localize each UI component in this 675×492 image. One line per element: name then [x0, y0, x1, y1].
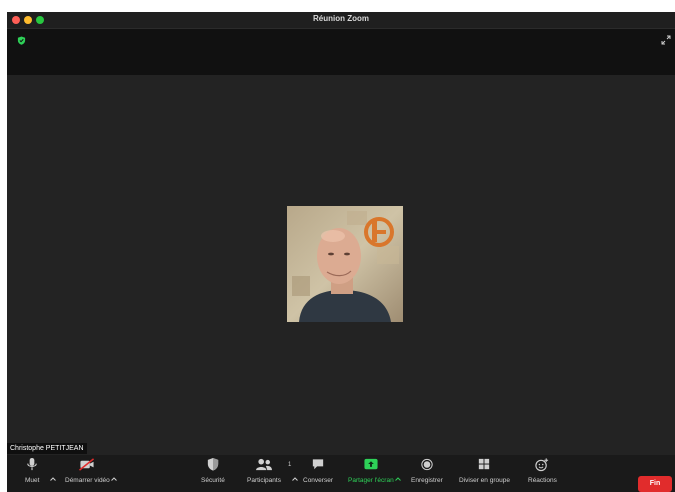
- participants-button[interactable]: 1 Participants: [247, 457, 291, 484]
- share-screen-label: Partager l'écran: [348, 477, 394, 484]
- participants-label: Participants: [247, 477, 281, 484]
- breakout-rooms-icon: [479, 458, 490, 470]
- zoom-window: Réunion Zoom Christophe PETITJEAN Muet D…: [7, 12, 675, 492]
- participants-icon: [256, 458, 272, 471]
- video-options-chevron-icon[interactable]: [110, 476, 118, 482]
- fullscreen-icon[interactable]: [661, 35, 671, 45]
- breakout-rooms-button[interactable]: Diviser en groupe: [459, 457, 510, 484]
- chat-label: Converser: [303, 477, 333, 484]
- participant-name-label: Christophe PETITJEAN: [7, 443, 87, 454]
- microphone-icon: [27, 457, 37, 471]
- top-strip: [7, 29, 675, 75]
- reactions-button[interactable]: Réactions: [528, 457, 557, 484]
- share-options-chevron-icon[interactable]: [394, 476, 402, 482]
- window-title: Réunion Zoom: [313, 14, 369, 23]
- participants-count: 1: [288, 462, 292, 468]
- share-screen-button[interactable]: Partager l'écran: [348, 457, 394, 484]
- video-stage: [7, 75, 675, 455]
- record-icon: [421, 458, 433, 471]
- shield-icon[interactable]: [17, 36, 26, 45]
- start-video-label: Démarrer vidéo: [65, 477, 110, 484]
- title-bar: Réunion Zoom: [7, 12, 675, 29]
- meeting-toolbar: Muet Démarrer vidéo Sécurité 1 Participa…: [7, 455, 675, 492]
- security-shield-icon: [207, 457, 219, 471]
- chat-bubble-icon: [312, 459, 324, 470]
- mute-label: Muet: [25, 477, 40, 484]
- security-label: Sécurité: [201, 477, 225, 484]
- reactions-icon: [535, 458, 549, 472]
- end-meeting-button[interactable]: Fin: [638, 476, 672, 492]
- reactions-label: Réactions: [528, 477, 557, 484]
- mute-button[interactable]: Muet: [25, 457, 39, 484]
- breakout-rooms-label: Diviser en groupe: [459, 477, 510, 484]
- video-camera-off-icon: [79, 458, 95, 471]
- participants-options-chevron-icon[interactable]: [291, 476, 299, 482]
- record-button[interactable]: Enregistrer: [411, 457, 443, 484]
- start-video-button[interactable]: Démarrer vidéo: [65, 457, 110, 484]
- record-label: Enregistrer: [411, 477, 443, 484]
- mute-options-chevron-icon[interactable]: [49, 476, 57, 482]
- participant-avatar: [287, 206, 403, 322]
- chat-button[interactable]: Converser: [303, 457, 333, 484]
- share-screen-icon: [364, 458, 378, 470]
- security-button[interactable]: Sécurité: [201, 457, 225, 484]
